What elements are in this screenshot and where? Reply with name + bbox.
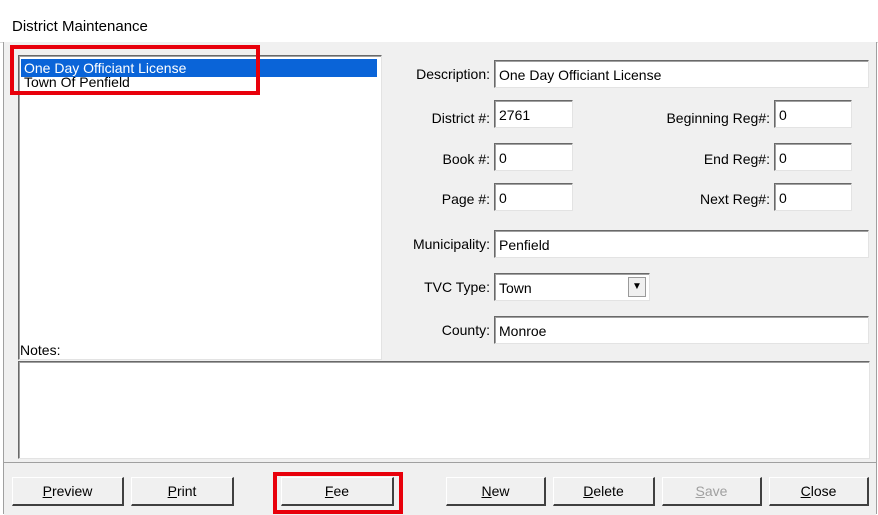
- book-number-label: Book #:: [442, 151, 490, 167]
- save-button[interactable]: Save: [662, 477, 762, 506]
- print-button[interactable]: Print: [131, 477, 234, 506]
- tvc-type-select[interactable]: Town ▼: [494, 273, 650, 301]
- save-label-rest: ave: [704, 483, 728, 499]
- close-label-rest: lose: [810, 483, 837, 499]
- window-title: District Maintenance: [12, 18, 148, 35]
- beginning-reg-field[interactable]: 0: [774, 100, 852, 128]
- next-reg-label: Next Reg#:: [699, 191, 770, 207]
- tvc-type-value: Town: [499, 280, 532, 296]
- county-field[interactable]: Monroe: [494, 316, 869, 344]
- print-label-rest: rint: [176, 483, 197, 499]
- notes-label: Notes:: [20, 342, 61, 358]
- close-mnemonic: C: [800, 483, 811, 499]
- municipality-field[interactable]: Penfield: [494, 230, 869, 258]
- button-bar: Preview Print Fee New Delete Save Close: [4, 462, 876, 515]
- close-button[interactable]: Close: [769, 477, 869, 506]
- delete-mnemonic: D: [583, 483, 594, 499]
- preview-button[interactable]: Preview: [12, 477, 124, 506]
- new-button[interactable]: New: [446, 477, 546, 506]
- district-listbox[interactable]: One Day Officiant License Town Of Penfie…: [18, 55, 382, 360]
- page-number-field[interactable]: 0: [494, 183, 573, 211]
- district-number-label: District #:: [431, 110, 490, 126]
- window-titlebar: District Maintenance: [0, 0, 878, 43]
- fee-button[interactable]: Fee: [281, 477, 394, 506]
- description-field[interactable]: One Day Officiant License: [494, 60, 869, 88]
- new-label-rest: ew: [491, 483, 510, 499]
- notes-textarea[interactable]: [18, 361, 870, 459]
- dropdown-arrow-icon[interactable]: ▼: [628, 277, 646, 297]
- print-mnemonic: P: [167, 483, 177, 499]
- delete-button[interactable]: Delete: [553, 477, 655, 506]
- delete-label-rest: elete: [593, 483, 624, 499]
- new-mnemonic: N: [481, 483, 492, 499]
- municipality-label: Municipality:: [412, 236, 490, 252]
- book-number-field[interactable]: 0: [494, 143, 573, 171]
- next-reg-field[interactable]: 0: [774, 183, 852, 211]
- list-item-town-of-penfield[interactable]: Town Of Penfield: [21, 73, 130, 91]
- county-label: County:: [441, 322, 490, 338]
- fee-label-rest: ee: [333, 483, 350, 499]
- description-label: Description:: [416, 66, 490, 82]
- tvc-type-label: TVC Type:: [424, 279, 490, 295]
- end-reg-label: End Reg#:: [703, 151, 770, 167]
- district-number-field[interactable]: 2761: [494, 100, 573, 128]
- beginning-reg-label: Beginning Reg#:: [666, 110, 770, 126]
- preview-mnemonic: P: [42, 483, 52, 499]
- end-reg-field[interactable]: 0: [774, 143, 852, 171]
- page-number-label: Page #:: [441, 191, 490, 207]
- save-mnemonic: S: [695, 483, 705, 499]
- preview-label-rest: review: [51, 483, 93, 499]
- district-maintenance-form: One Day Officiant License Town Of Penfie…: [3, 42, 877, 515]
